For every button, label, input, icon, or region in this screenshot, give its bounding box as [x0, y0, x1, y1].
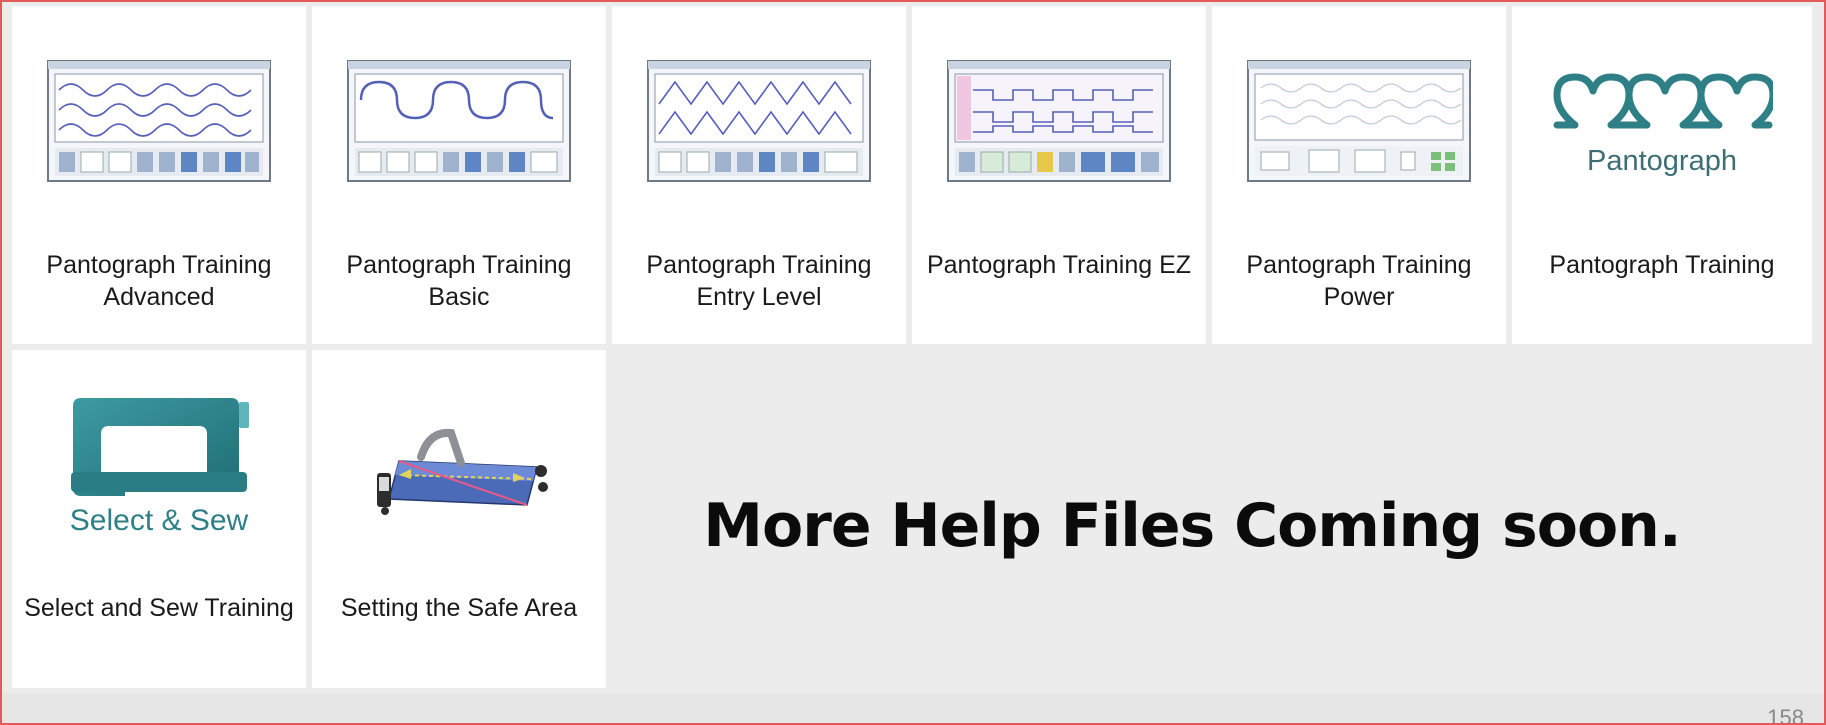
tile-pantograph-training-basic[interactable]: Pantograph Training Basic: [312, 6, 606, 344]
help-files-panel: Pantograph Training Advanced Pantograph …: [0, 0, 1826, 725]
pantograph-advanced-screenshot-icon: [12, 6, 306, 236]
tile-label: Pantograph Training Entry Level: [646, 251, 872, 311]
tile-pantograph-training[interactable]: Pantograph Pantograph Training: [1512, 6, 1812, 344]
tile-label: Pantograph Training EZ: [926, 251, 1192, 279]
tile-select-and-sew-training[interactable]: Select & Sew Select and Sew Training: [12, 350, 306, 688]
tile-label: Pantograph Training Basic: [346, 251, 572, 311]
pantograph-entry-screenshot-icon: [612, 6, 906, 236]
tile-pantograph-training-advanced[interactable]: Pantograph Training Advanced: [12, 6, 306, 344]
tile-label: Pantograph Training Power: [1246, 251, 1472, 311]
select-and-sew-logo-text: Select & Sew: [69, 504, 249, 537]
page-number: 158: [1767, 705, 1804, 725]
tile-label: Select and Sew Training: [24, 594, 294, 622]
bottom-strip: [2, 693, 1824, 723]
pantograph-logo-text: Pantograph: [1587, 144, 1737, 177]
sewing-machine-icon: Select & Sew: [12, 394, 306, 574]
tile-label: Pantograph Training Advanced: [46, 251, 272, 311]
tile-pantograph-training-power[interactable]: Pantograph Training Power: [1212, 6, 1506, 344]
coming-soon-message: More Help Files Coming soon.: [703, 491, 1681, 561]
tile-label: Pantograph Training: [1549, 251, 1775, 279]
tile-label: Setting the Safe Area: [340, 594, 578, 622]
pantograph-power-screenshot-icon: [1212, 6, 1506, 236]
quilting-machine-icon: [312, 420, 606, 530]
pantograph-logo-icon: Pantograph: [1512, 6, 1812, 236]
tile-setting-the-safe-area[interactable]: Setting the Safe Area: [312, 350, 606, 688]
pantograph-ez-screenshot-icon: [912, 6, 1206, 236]
tile-pantograph-training-entry-level[interactable]: Pantograph Training Entry Level: [612, 6, 906, 344]
tile-pantograph-training-ez[interactable]: Pantograph Training EZ: [912, 6, 1206, 344]
pantograph-basic-screenshot-icon: [312, 6, 606, 236]
